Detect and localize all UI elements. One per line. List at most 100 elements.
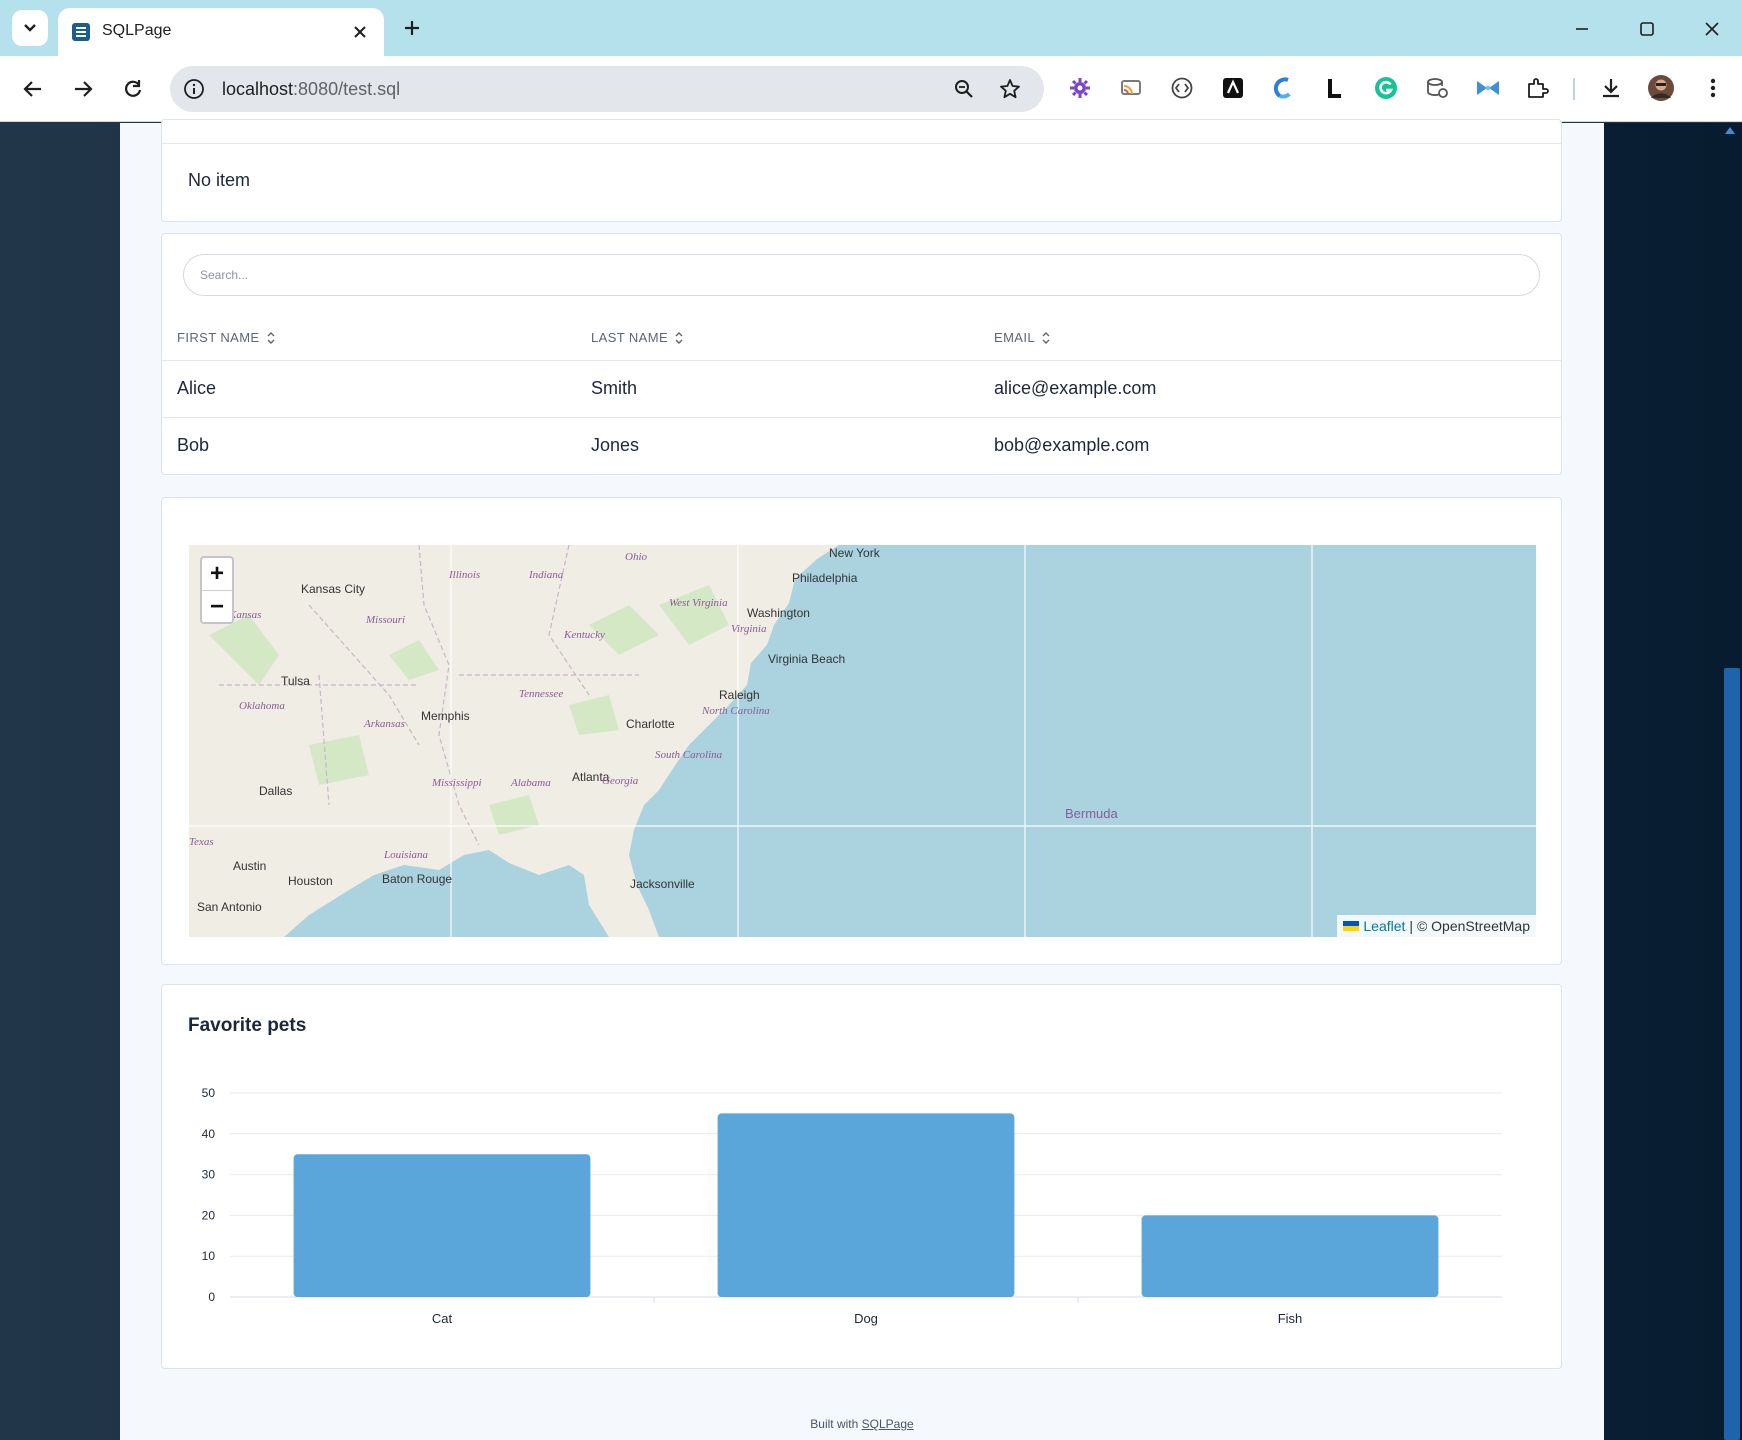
map-attribution: Leaflet | © OpenStreetMap xyxy=(1337,915,1536,937)
bar-fish[interactable] xyxy=(1141,1215,1439,1297)
map-label-city: Dallas xyxy=(259,784,292,798)
extension-cast-button[interactable] xyxy=(1116,73,1146,103)
tab-search-button[interactable] xyxy=(12,10,48,46)
column-header-label: EMAIL xyxy=(994,330,1036,345)
profile-button[interactable] xyxy=(1646,73,1676,103)
y-tick-label: 40 xyxy=(202,1127,216,1141)
forward-arrow-icon xyxy=(75,81,93,97)
footer-sqlpage-link[interactable]: SQLPage xyxy=(862,1417,914,1431)
map-label-state: Arkansas xyxy=(363,718,405,730)
extension-icon xyxy=(1528,78,1549,98)
gear-icon xyxy=(1070,78,1090,98)
extension-bowtie-button[interactable] xyxy=(1473,73,1503,103)
y-tick-label: 30 xyxy=(202,1168,216,1182)
y-tick-label: 10 xyxy=(202,1249,216,1263)
scroll-thumb[interactable] xyxy=(1724,668,1740,1440)
zoom-button[interactable] xyxy=(952,77,976,101)
map-label-city: Washington xyxy=(747,606,810,620)
map-label-state: Mississippi xyxy=(431,777,482,789)
table-search-input[interactable] xyxy=(183,254,1540,296)
footer-prefix: Built with xyxy=(810,1417,859,1431)
sort-icon xyxy=(267,331,274,344)
page-footer: Built with SQLPage xyxy=(120,1417,1604,1431)
map-tiles[interactable]: New York Philadelphia Kansas City Washin… xyxy=(189,545,1536,937)
bowtie-icon xyxy=(1477,81,1499,95)
reload-button[interactable] xyxy=(117,73,149,105)
tab-strip: SQLPage xyxy=(0,0,1742,56)
zoom-in-button[interactable]: + xyxy=(202,558,232,590)
forward-button[interactable] xyxy=(67,73,99,105)
info-icon xyxy=(184,79,204,99)
list-empty-message: No item xyxy=(188,170,251,190)
letter-l-icon xyxy=(1328,79,1341,98)
table-card: FIRST NAME LAST NAME EMAIL Alice Smith a… xyxy=(161,233,1562,475)
scroll-up-arrow[interactable] xyxy=(1725,127,1735,134)
back-button[interactable] xyxy=(17,73,49,105)
bookmark-button[interactable] xyxy=(998,77,1022,101)
maximize-button[interactable] xyxy=(1632,14,1662,44)
star-icon xyxy=(1000,79,1020,99)
downloads-button[interactable] xyxy=(1596,73,1626,103)
zoom-out-button[interactable]: − xyxy=(202,591,232,623)
back-arrow-icon xyxy=(23,81,41,97)
tab-close-button[interactable] xyxy=(348,20,372,44)
minimize-button[interactable] xyxy=(1567,14,1597,44)
leaflet-link[interactable]: Leaflet xyxy=(1363,918,1405,934)
list-divider xyxy=(162,143,1561,144)
ukraine-flag-icon xyxy=(1343,921,1360,931)
more-vert-icon xyxy=(1710,78,1716,98)
map-card: New York Philadelphia Kansas City Washin… xyxy=(161,497,1562,965)
close-icon xyxy=(1705,22,1719,36)
map-label-state: West Virginia xyxy=(669,597,728,609)
map-label-state: Tennessee xyxy=(519,688,563,700)
app-icon xyxy=(1223,78,1243,98)
extension-blue-button[interactable] xyxy=(1269,73,1299,103)
attribution-text: | © OpenStreetMap xyxy=(1409,918,1530,934)
toolbar-separator xyxy=(1573,78,1575,100)
map-label-state: Oklahoma xyxy=(239,700,285,712)
bar-dog[interactable] xyxy=(717,1113,1015,1297)
download-icon xyxy=(1603,79,1619,98)
map-label-state: Kentucky xyxy=(563,629,605,641)
profile-avatar-icon xyxy=(1648,75,1674,101)
column-header-label: FIRST NAME xyxy=(177,330,260,345)
extension-database-button[interactable] xyxy=(1422,73,1452,103)
new-tab-button[interactable] xyxy=(398,14,426,42)
map[interactable]: New York Philadelphia Kansas City Washin… xyxy=(189,545,1536,937)
url-text: localhost:8080/test.sql xyxy=(222,79,400,100)
database-icon xyxy=(1427,78,1448,98)
map-label-city: Charlotte xyxy=(626,717,675,731)
table-cell-first-name: Bob xyxy=(177,435,210,455)
site-info-button[interactable] xyxy=(182,77,206,101)
extensions-menu-button[interactable] xyxy=(1522,73,1552,103)
map-label-city: Philadelphia xyxy=(792,571,858,585)
page-content: No item FIRST NAME LAST NAME EMAIL Alice… xyxy=(120,119,1604,1440)
window-close-button[interactable] xyxy=(1697,14,1727,44)
x-tick-label: Dog xyxy=(854,1311,878,1326)
table-cell-email: alice@example.com xyxy=(994,378,1157,398)
table-cell-email: bob@example.com xyxy=(994,435,1150,455)
table-row-divider xyxy=(162,417,1561,418)
extension-black-button[interactable] xyxy=(1218,73,1248,103)
url-path: :8080/test.sql xyxy=(293,79,401,99)
database-icon xyxy=(72,23,90,41)
map-label-state: Illinois xyxy=(448,569,480,581)
chart-card: Favorite pets 0 10 20 30 40 50 Cat Dog Fish xyxy=(161,984,1562,1369)
y-tick-label: 50 xyxy=(202,1086,216,1100)
column-header-last-name[interactable]: LAST NAME xyxy=(591,330,684,345)
extension-l-button[interactable] xyxy=(1320,73,1350,103)
browser-menu-button[interactable] xyxy=(1698,73,1728,103)
map-zoom-control: + − xyxy=(200,556,234,624)
extension-gear-button[interactable] xyxy=(1065,73,1095,103)
column-header-first-name[interactable]: FIRST NAME xyxy=(177,330,276,345)
grammarly-icon xyxy=(1375,77,1397,99)
extension-grammarly-button[interactable] xyxy=(1371,73,1401,103)
address-bar[interactable]: localhost:8080/test.sql xyxy=(170,66,1044,112)
table-cell-last-name: Jones xyxy=(591,435,640,455)
column-header-email[interactable]: EMAIL xyxy=(994,330,1051,345)
tab-title: SQLPage xyxy=(102,22,172,39)
extension-code-button[interactable] xyxy=(1167,73,1197,103)
bar-cat[interactable] xyxy=(293,1154,591,1297)
sync-icon xyxy=(1273,77,1295,99)
tab-sqlpage[interactable]: SQLPage xyxy=(58,8,384,56)
